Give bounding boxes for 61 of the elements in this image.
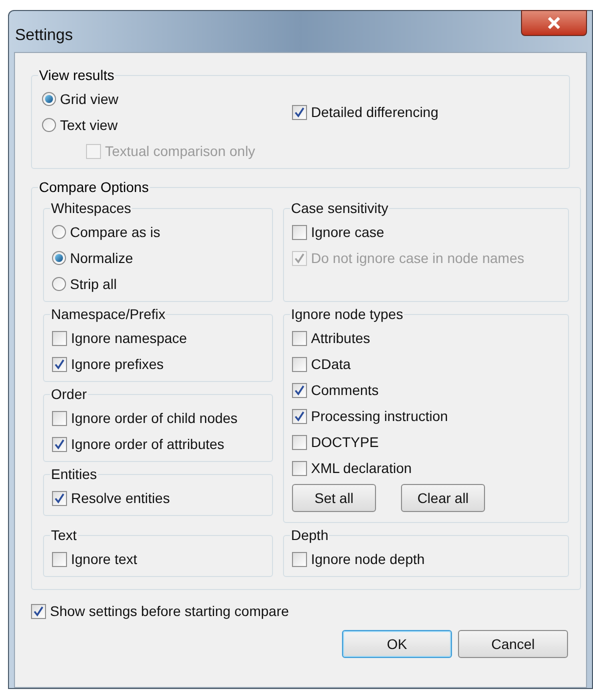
option-label: Grid view: [60, 90, 118, 108]
option-label: Attributes: [311, 328, 370, 348]
option-label: Ignore case: [311, 222, 384, 242]
radio-button[interactable]: [42, 92, 56, 106]
radio-button[interactable]: [52, 225, 66, 239]
option-label: Strip all: [70, 274, 117, 294]
group-title: Order: [50, 385, 88, 404]
option-label: CData: [311, 354, 351, 374]
option-label: Ignore order of child nodes: [71, 408, 238, 428]
checkbox[interactable]: [52, 552, 67, 566]
group-title: Depth: [290, 526, 330, 545]
checkbox[interactable]: [292, 330, 307, 346]
group-title: Ignore node types: [290, 305, 404, 324]
group-title: Namespace/Prefix: [50, 305, 166, 324]
option-label: Ignore order of attributes: [71, 434, 224, 454]
group-title: Whitespaces: [50, 199, 132, 218]
option-label: Ignore node depth: [311, 550, 425, 569]
checkbox[interactable]: [292, 224, 307, 240]
option-label: Compare as is: [70, 222, 160, 242]
dialog-button[interactable]: OK: [342, 630, 452, 658]
window-title: Settings: [15, 26, 73, 46]
checkbox[interactable]: [292, 552, 307, 566]
checkbox[interactable]: [292, 356, 307, 372]
checkbox[interactable]: [292, 408, 307, 424]
checkbox[interactable]: [292, 104, 307, 120]
group-title: Entities: [50, 465, 98, 484]
close-icon: [547, 17, 561, 29]
option-label: Ignore prefixes: [71, 354, 164, 374]
option-label: Resolve entities: [71, 488, 170, 508]
option-label: Ignore namespace: [71, 328, 187, 348]
dialog-button[interactable]: Clear all: [401, 484, 485, 512]
radio-button[interactable]: [42, 118, 56, 132]
option-label: Comments: [311, 380, 379, 400]
checkbox[interactable]: [292, 382, 307, 398]
checkbox[interactable]: [292, 460, 307, 476]
group-title: Compare Options: [38, 178, 150, 197]
checkbox[interactable]: [52, 330, 67, 346]
option-label: Textual comparison only: [105, 142, 256, 161]
option-label: Normalize: [70, 248, 134, 268]
checkbox[interactable]: [52, 490, 67, 506]
option-label: Text view: [60, 116, 118, 134]
checkbox[interactable]: [292, 434, 307, 450]
checkbox[interactable]: [52, 436, 67, 452]
dialog-button[interactable]: Set all: [292, 484, 376, 512]
option-label: XML declaration: [311, 458, 412, 478]
option-label: DOCTYPE: [311, 432, 379, 452]
radio-button[interactable]: [52, 277, 66, 291]
option-label: Processing instruction: [311, 406, 448, 426]
group-title: View results: [38, 66, 116, 85]
close-button[interactable]: [521, 10, 587, 36]
checkbox[interactable]: [52, 410, 67, 426]
option-label: Detailed differencing: [311, 102, 438, 122]
dialog-button[interactable]: Cancel: [458, 630, 568, 658]
group-title: Case sensitivity: [290, 199, 390, 218]
checkbox[interactable]: [31, 604, 46, 618]
option-label: Do not ignore case in node names: [311, 248, 524, 268]
checkbox[interactable]: [52, 356, 67, 372]
option-label: Show settings before starting compare: [50, 602, 289, 621]
group-title: Text: [50, 526, 78, 545]
option-label: Ignore text: [71, 550, 138, 569]
radio-button[interactable]: [52, 251, 66, 265]
